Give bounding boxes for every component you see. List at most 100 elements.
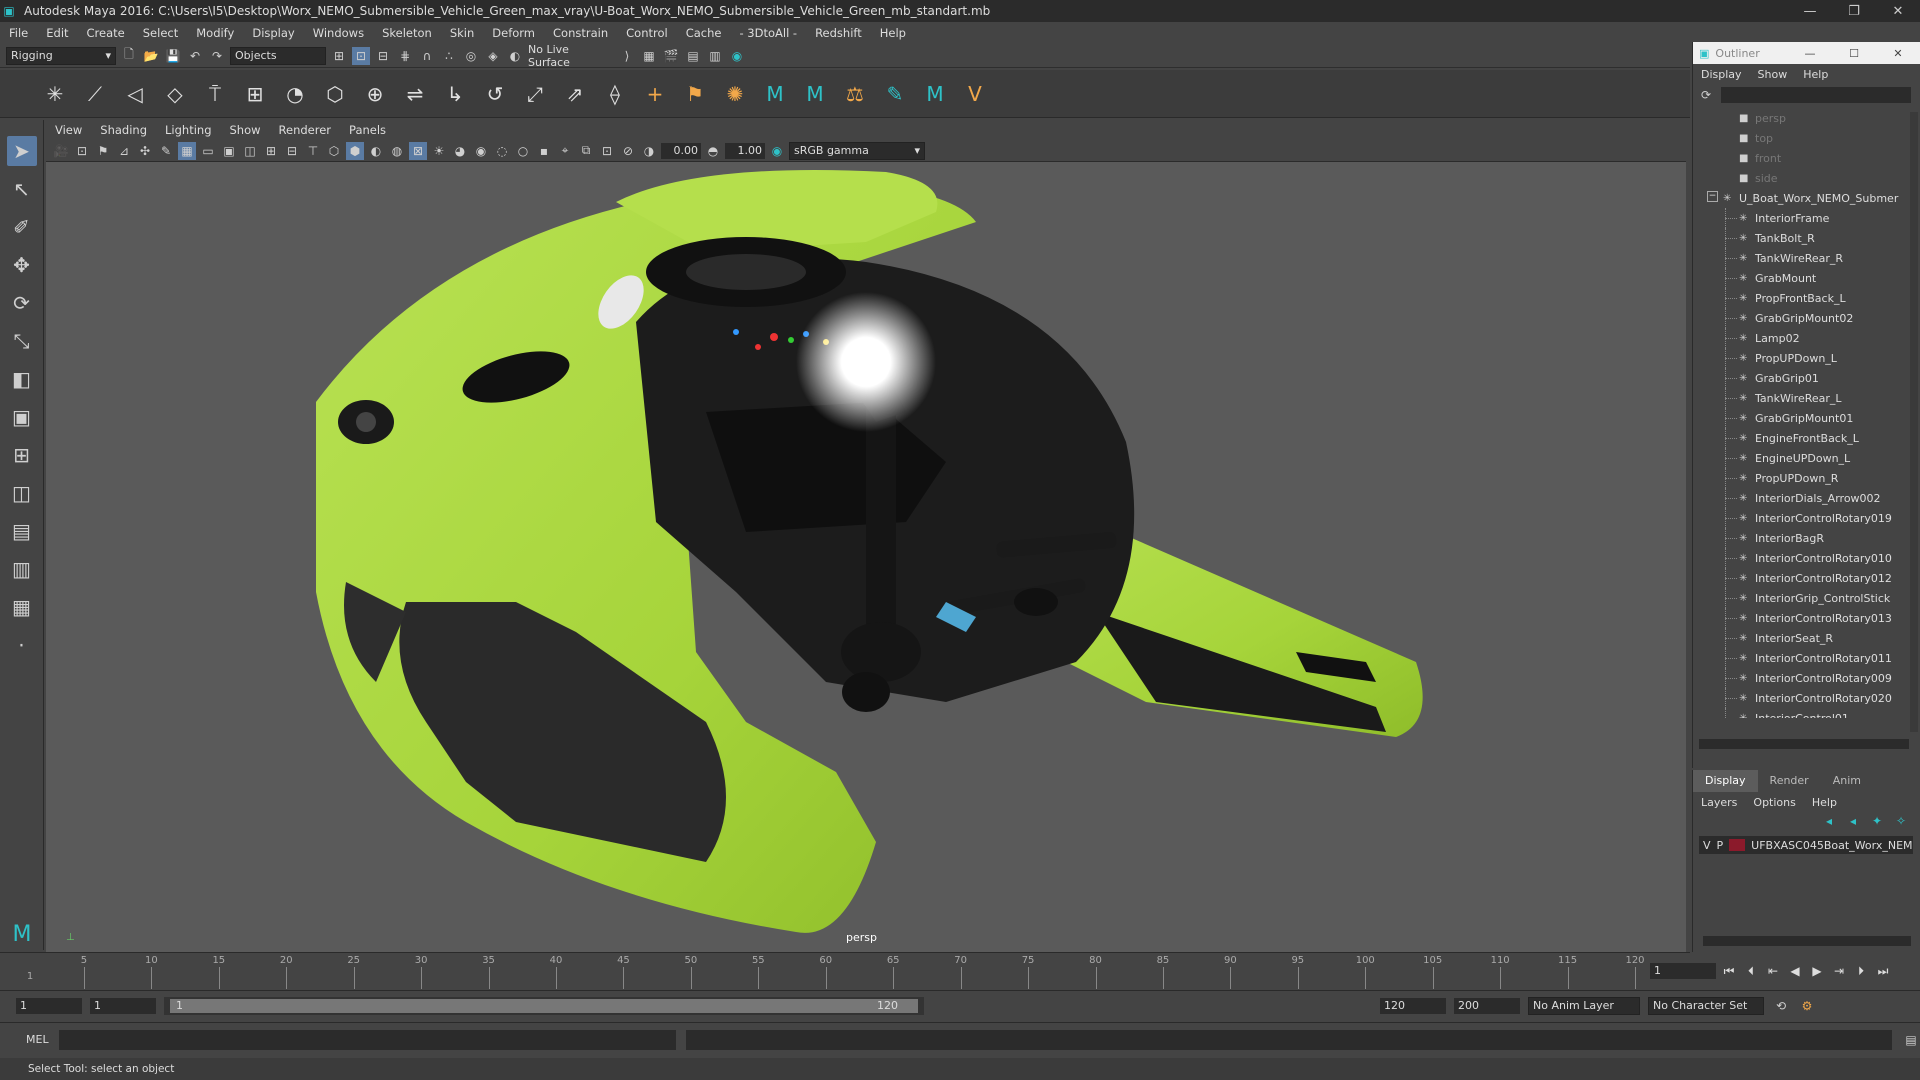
live-surface-icon[interactable]: ◐ xyxy=(506,47,524,65)
outliner-vertical-scrollbar[interactable] xyxy=(1910,112,1918,732)
history-icon[interactable]: ⟩ xyxy=(618,47,636,65)
render-icon[interactable]: 🎬 xyxy=(662,47,680,65)
layout-custom-icon[interactable]: ▦ xyxy=(7,592,37,622)
outliner-item[interactable]: ✳ EngineFrontBack_L xyxy=(1693,428,1913,448)
outliner-item[interactable]: ✳ Lamp02 xyxy=(1693,328,1913,348)
menu-modify[interactable]: Modify xyxy=(187,26,243,40)
xray-joints-icon[interactable]: ⊡ xyxy=(598,142,616,160)
character-set-dropdown[interactable]: No Character Set xyxy=(1648,996,1764,1015)
character-control-icon[interactable]: M xyxy=(800,79,830,109)
outliner-close-icon[interactable]: ✕ xyxy=(1876,47,1920,60)
outliner-item[interactable]: ✳ GrabGripMount02 xyxy=(1693,308,1913,328)
outliner-menu-show[interactable]: Show xyxy=(1750,68,1796,81)
bake-icon[interactable]: ⚖ xyxy=(840,79,870,109)
smooth-shade-icon[interactable]: ⬢ xyxy=(346,141,364,160)
outliner-item-side[interactable]: ■ side xyxy=(1693,168,1913,188)
isolate-select-icon[interactable]: ⌖ xyxy=(556,142,574,160)
ik-handle-icon[interactable]: ⟋ xyxy=(80,79,110,109)
gate-mask-icon[interactable]: ◫ xyxy=(241,142,259,160)
play-forwards-icon[interactable]: ▶ xyxy=(1808,962,1826,980)
menu-display[interactable]: Display xyxy=(243,26,303,40)
outliner-item[interactable]: ✳ InteriorControlRotary009 xyxy=(1693,668,1913,688)
exposure-field[interactable]: 0.00 xyxy=(661,142,701,159)
image-plane-icon[interactable]: ⊿ xyxy=(115,142,133,160)
aim-constraint-icon[interactable]: ⇗ xyxy=(560,79,590,109)
wireframe-on-shaded-icon[interactable]: ◍ xyxy=(388,142,406,160)
paint-select-icon[interactable]: ✐ xyxy=(7,212,37,242)
maya-home-icon[interactable]: M xyxy=(8,920,36,948)
exposure-icon[interactable]: ◑ xyxy=(640,142,658,160)
menu-skin[interactable]: Skin xyxy=(441,26,483,40)
vp-menu-lighting[interactable]: Lighting xyxy=(156,123,220,137)
minimize-icon[interactable]: — xyxy=(1788,4,1832,19)
menu-3dtoall[interactable]: - 3DtoAll - xyxy=(730,26,806,40)
outliner-item[interactable]: ✳ PropUPDown_L xyxy=(1693,348,1913,368)
render-settings-icon[interactable]: ▥ xyxy=(706,47,724,65)
viewport-persp[interactable]: persp ⊥ xyxy=(46,162,1686,952)
v-tool-icon[interactable]: V xyxy=(960,79,990,109)
outliner-item[interactable]: ✳ InteriorFrame xyxy=(1693,208,1913,228)
wireframe-icon[interactable]: ⬡ xyxy=(325,142,343,160)
command-input[interactable] xyxy=(58,1029,677,1050)
outliner-item[interactable]: ✳ InteriorDials_Arrow002 xyxy=(1693,488,1913,508)
shadows-icon[interactable]: ◕ xyxy=(451,142,469,160)
menu-windows[interactable]: Windows xyxy=(304,26,373,40)
outliner-item[interactable]: ✳ InteriorControl01 xyxy=(1693,708,1913,718)
step-forward-icon[interactable]: ⏵ xyxy=(1852,962,1870,980)
outliner-item[interactable]: ✳ InteriorControlRotary011 xyxy=(1693,648,1913,668)
screen-space-ao-icon[interactable]: ◉ xyxy=(472,142,490,160)
anim-layer-dropdown[interactable]: No Anim Layer xyxy=(1528,996,1640,1015)
render-view-icon[interactable]: ▦ xyxy=(640,47,658,65)
rotate-tool-icon[interactable]: ⟳ xyxy=(7,288,37,318)
snap-point-icon[interactable]: ∴ xyxy=(440,47,458,65)
outliner-item-front[interactable]: ■ front xyxy=(1693,148,1913,168)
hik-icon[interactable]: M xyxy=(760,79,790,109)
snap-curve-icon[interactable]: ∩ xyxy=(418,47,436,65)
tab-display[interactable]: Display xyxy=(1693,770,1758,792)
lattice-icon[interactable]: ⬡ xyxy=(320,79,350,109)
new-layer-icon[interactable]: ✦ xyxy=(1868,812,1886,830)
step-back-key-icon[interactable]: ⇤ xyxy=(1764,962,1782,980)
safe-action-icon[interactable]: ⊟ xyxy=(283,142,301,160)
start-time-field[interactable]: 1 xyxy=(16,997,82,1014)
menu-help[interactable]: Help xyxy=(871,26,915,40)
outliner-item[interactable]: ✳ InteriorControlRotary013 xyxy=(1693,608,1913,628)
locator-icon[interactable]: + xyxy=(640,79,670,109)
use-all-lights-icon[interactable]: ☀ xyxy=(430,142,448,160)
hypershade-icon[interactable]: ◉ xyxy=(728,47,746,65)
xray-components-icon[interactable]: ⊘ xyxy=(619,142,637,160)
color-management-icon[interactable]: ◉ xyxy=(768,142,786,160)
vp-menu-shading[interactable]: Shading xyxy=(91,123,156,137)
use-default-material-icon[interactable]: ◐ xyxy=(367,142,385,160)
preferences-icon[interactable]: ⚙ xyxy=(1798,997,1816,1015)
menu-redshift[interactable]: Redshift xyxy=(806,26,871,40)
undo-icon[interactable]: ↶ xyxy=(186,47,204,65)
layout-single-icon[interactable]: ▣ xyxy=(7,402,37,432)
time-slider[interactable]: 1 5 10 15 20 25 30 35 40 45 50 55 60 65 70 75 80 85 90 95 10… xyxy=(0,952,1690,989)
menu-select[interactable]: Select xyxy=(134,26,187,40)
layers-horizontal-scrollbar[interactable] xyxy=(1703,936,1911,946)
new-layer-selected-icon[interactable]: ✧ xyxy=(1892,812,1910,830)
snap-view-icon[interactable]: ◎ xyxy=(462,47,480,65)
grease-pencil-icon[interactable]: ✎ xyxy=(157,142,175,160)
layout-outliner-icon[interactable]: ▤ xyxy=(7,516,37,546)
layout-more-icon[interactable]: ⋅ xyxy=(7,630,37,660)
resolution-gate-icon[interactable]: ▣ xyxy=(220,142,238,160)
layers-menu-layers[interactable]: Layers xyxy=(1693,796,1745,809)
outliner-item-persp[interactable]: ■ persp xyxy=(1693,108,1913,128)
selection-mode-dropdown[interactable]: Objects xyxy=(230,46,326,65)
outliner-item[interactable]: ✳ InteriorBagR xyxy=(1693,528,1913,548)
outliner-item[interactable]: ✳ PropUPDown_R xyxy=(1693,468,1913,488)
layout-graph-icon[interactable]: ▥ xyxy=(7,554,37,584)
vp-menu-view[interactable]: View xyxy=(46,123,91,137)
script-editor-icon[interactable]: ▤ xyxy=(1902,1031,1920,1049)
film-gate-icon[interactable]: ▭ xyxy=(199,142,217,160)
select-object-icon[interactable]: ⊡ xyxy=(352,46,370,65)
layers-menu-options[interactable]: Options xyxy=(1745,796,1803,809)
outliner-item[interactable]: ✳ InteriorControlRotary012 xyxy=(1693,568,1913,588)
outliner-item[interactable]: ✳ EngineUPDown_L xyxy=(1693,448,1913,468)
camera-icon[interactable]: 🎥 xyxy=(52,142,70,160)
select-hierarchy-icon[interactable]: ⊞ xyxy=(330,47,348,65)
parent-constraint-icon[interactable]: ⇌ xyxy=(400,79,430,109)
scale-constraint-icon[interactable]: ⤢ xyxy=(520,79,550,109)
